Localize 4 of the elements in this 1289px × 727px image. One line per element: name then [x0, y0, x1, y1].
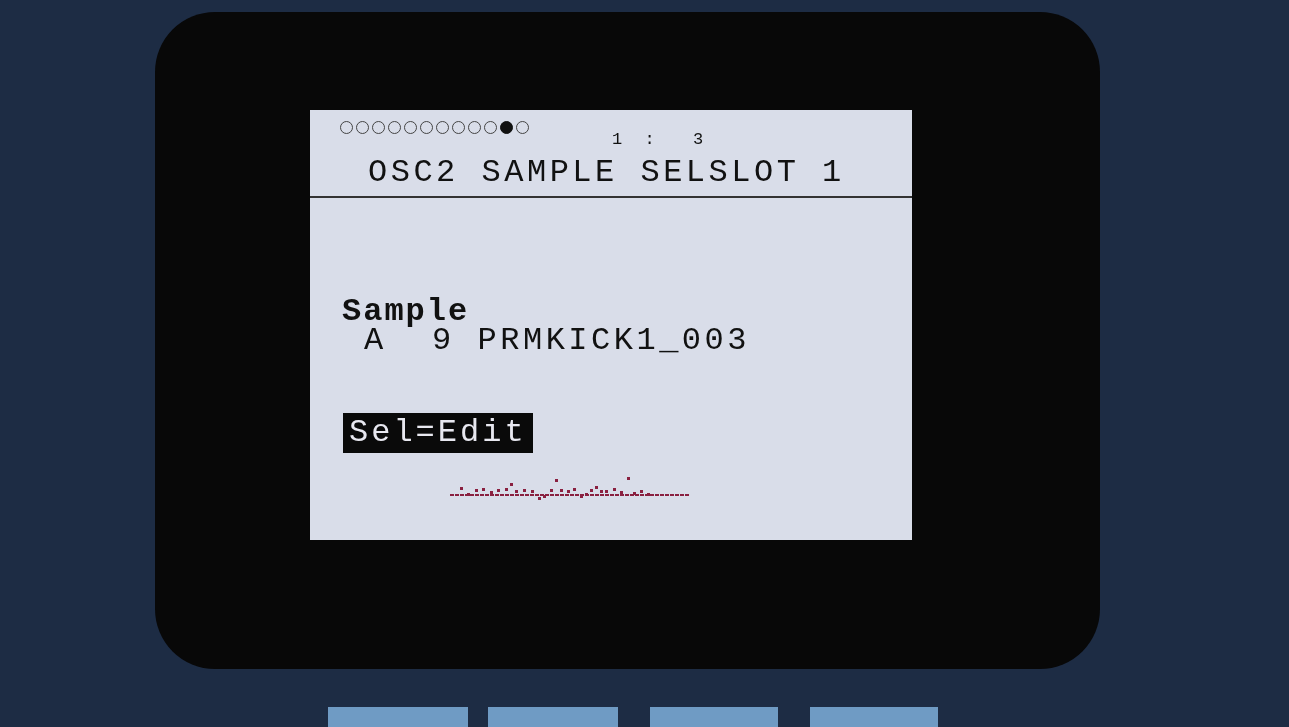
position-text: 1 : 3 [612, 130, 710, 150]
parameter-label: Sample [342, 299, 470, 325]
screen-title: OSC2 SAMPLE SELSLOT 1 [368, 156, 846, 190]
hint-label: Sel=Edit [343, 413, 533, 453]
